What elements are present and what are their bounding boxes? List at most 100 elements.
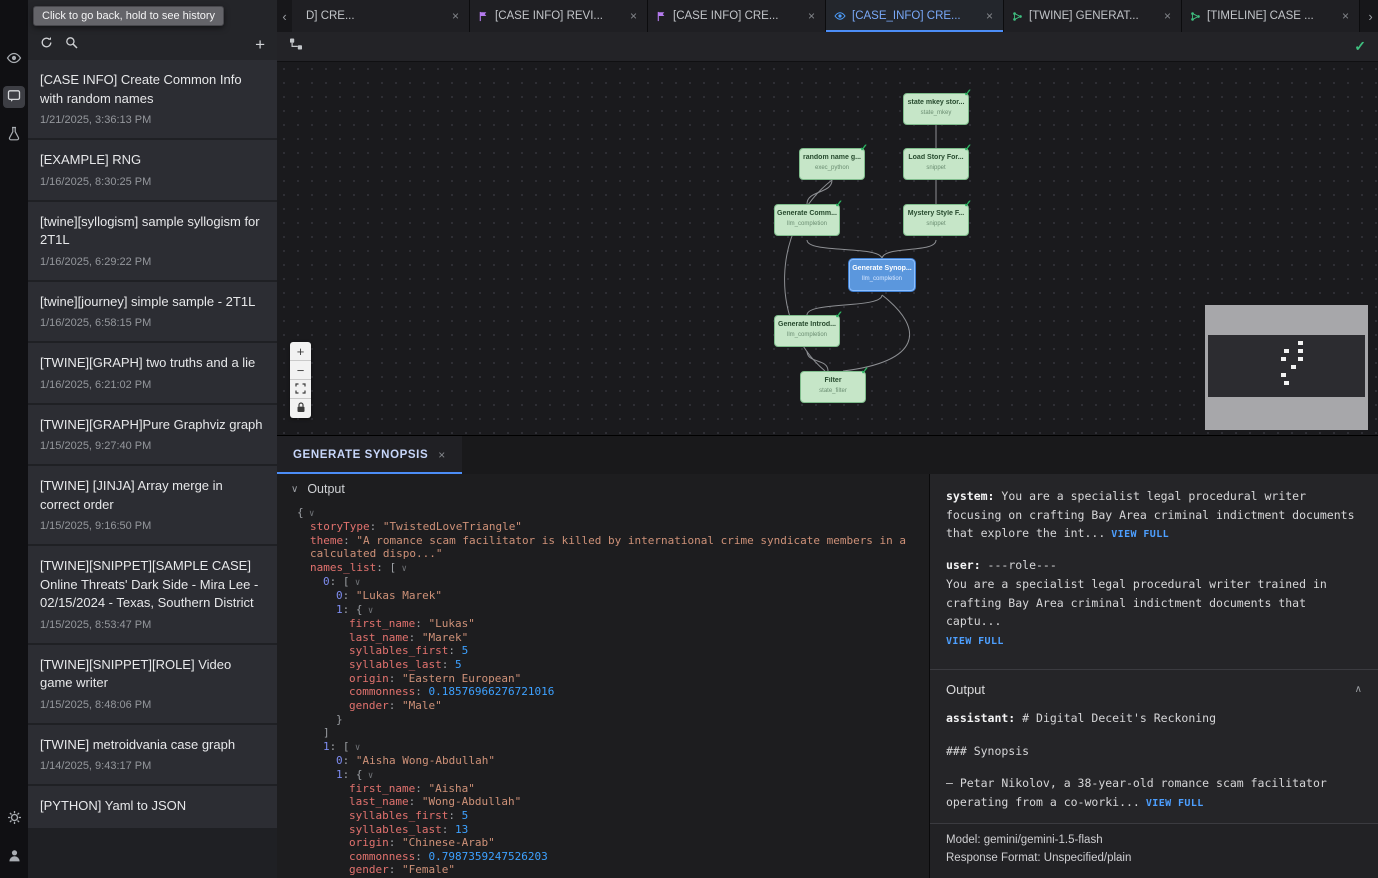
tab-case-info-cre[interactable]: [CASE_INFO] CRE...× [826,0,1004,32]
view-full-link[interactable]: VIEW FULL [1111,529,1169,540]
assistant-line: ### Synopsis [946,742,1362,761]
close-icon[interactable]: × [1340,9,1351,23]
json-line: names_list: [ ∨ [285,561,919,575]
prompt-item-twine-graph-two-truths-and-a-lie[interactable]: [TWINE][GRAPH] two truths and a lie1/16/… [28,343,277,403]
prompt-timestamp: 1/15/2025, 8:48:06 PM [40,699,265,711]
node-type: snippet [904,165,968,171]
node-success-check-icon: ✓ [964,143,972,154]
close-icon[interactable]: × [984,9,995,23]
tabs: D] CRE...×[CASE INFO] REVI...×[CASE INFO… [292,0,1363,32]
node-generate-comm[interactable]: Generate Comm...llm_completion✓ [774,204,840,236]
history-tooltip: Click to go back, hold to see history [33,6,224,26]
node-success-check-icon: ✓ [835,310,843,321]
tab-label: [CASE INFO] REVI... [495,10,622,22]
flask-rail-button[interactable] [3,124,25,146]
close-icon[interactable]: × [450,9,461,23]
prompt-item-twine-snippet-sample-case-online-threats[interactable]: [TWINE][SNIPPET][SAMPLE CASE] Online Thr… [28,546,277,643]
prompt-title: [TWINE][GRAPH]Pure Graphviz graph [40,416,265,435]
scroll-tabs-right-icon[interactable]: › [1363,0,1378,32]
node-state-mkey-stor[interactable]: state mkey stor...state_mkey✓ [903,93,969,125]
panel-tabbar: GENERATE SYNOPSIS × [277,436,1378,474]
lock-button[interactable] [290,399,311,418]
node-generate-synop[interactable]: Generate Synop...llm_completion [849,259,915,291]
json-tree[interactable]: { ∨storyType: "TwistedLoveTriangle"theme… [277,504,929,878]
panel-tab-generate-synopsis[interactable]: GENERATE SYNOPSIS × [277,436,462,474]
minimap-node [1298,357,1303,361]
message-role-label: user: [946,558,988,572]
refresh-button[interactable] [40,36,53,52]
node-load-story-for[interactable]: Load Story For...snippet✓ [903,148,969,180]
tab-timeline-case[interactable]: [TIMELINE] CASE ... × [1182,0,1360,32]
close-icon[interactable]: × [628,9,639,23]
close-icon[interactable]: × [438,448,446,462]
chevron-up-icon[interactable]: ∧ [1355,684,1362,695]
saved-check-icon: ✓ [1354,38,1366,55]
tab-twine-generat[interactable]: [TWINE] GENERAT...× [1004,0,1182,32]
prompt-item-twine-journey-simple-sample-2t1l[interactable]: [twine][journey] simple sample - 2T1L1/1… [28,282,277,342]
flow-canvas[interactable]: + − state mkey stor...state_mkey✓random … [277,62,1378,435]
json-line: 1: [ ∨ [285,740,919,754]
account-rail-button[interactable] [3,846,25,868]
prompt-title: [twine][journey] simple sample - 2T1L [40,293,265,312]
prompt-title: [PYTHON] Yaml to JSON [40,797,265,816]
view-full-link[interactable]: VIEW FULL [1146,798,1204,809]
visibility-rail-button[interactable] [3,48,25,70]
json-line: 0: "Aisha Wong-Abdullah" [285,754,919,768]
bottom-panel: GENERATE SYNOPSIS × ∨ Output { ∨storyTyp… [277,435,1378,878]
node-random-name-g[interactable]: random name g...exec_python✓ [799,148,865,180]
view-full-link[interactable]: VIEW FULL [946,634,1004,650]
branch-icon [1012,11,1023,22]
rail-bottom [3,808,25,868]
prompt-item-twine-graph-pure-graphviz-graph[interactable]: [TWINE][GRAPH]Pure Graphviz graph1/15/20… [28,405,277,465]
message-text: ---role--- You are a specialist legal pr… [946,558,1334,628]
prompt-item-twine-jinja-array-merge-in-correct-order[interactable]: [TWINE] [JINJA] Array merge in correct o… [28,466,277,544]
json-line: syllables_last: 13 [285,823,919,837]
prompt-title: [EXAMPLE] RNG [40,151,265,170]
prompt-timestamp: 1/15/2025, 8:53:47 PM [40,619,265,631]
json-line: storyType: "TwistedLoveTriangle" [285,520,919,534]
prompt-item-twine-metroidvania-case-graph[interactable]: [TWINE] metroidvania case graph1/14/2025… [28,725,277,785]
prompt-item-python-yaml-to-json[interactable]: [PYTHON] Yaml to JSON [28,786,277,828]
settings-rail-button[interactable] [3,808,25,830]
prompts-rail-button[interactable] [3,86,25,108]
chevron-down-icon[interactable]: ∨ [291,484,298,495]
right-output-label: Output [946,682,985,697]
prompt-item-case-info-create-common-info-with-random[interactable]: [CASE INFO] Create Common Info with rand… [28,60,277,138]
prompt-item-twine-syllogism-sample-syllogism-for-2t1[interactable]: [twine][syllogism] sample syllogism for … [28,202,277,280]
message-role-label: system: [946,489,1001,503]
minimap-node [1281,373,1286,377]
zoom-in-button[interactable]: + [290,342,311,361]
assistant-line: assistant: # Digital Deceit's Reckoning [946,709,1362,728]
tab-case-info-revi[interactable]: [CASE INFO] REVI... × [470,0,648,32]
json-line: commonness: 0.18576966276721016 [285,685,919,699]
fit-view-button[interactable] [290,380,311,399]
search-button[interactable] [65,36,78,52]
main-area: ‹ D] CRE...×[CASE INFO] REVI...×[CASE IN… [277,0,1378,878]
prompt-timestamp: 1/16/2025, 6:29:22 PM [40,256,265,268]
minimap-node [1284,381,1289,385]
json-line: } [285,713,919,727]
node-filter[interactable]: Filterstate_filter✓ [800,371,866,403]
close-icon[interactable]: × [806,9,817,23]
tab-case-info-cre[interactable]: [CASE INFO] CRE...× [648,0,826,32]
refresh-icon [40,36,53,52]
minimap[interactable] [1205,305,1368,430]
close-icon[interactable]: × [1162,9,1173,23]
add-prompt-button[interactable]: + [255,36,265,53]
panel-body: ∨ Output { ∨storyType: "TwistedLoveTrian… [277,474,1378,878]
branch-icon [1190,11,1201,22]
json-line: gender: "Female" [285,863,919,877]
scroll-tabs-left-icon[interactable]: ‹ [277,0,292,32]
minimap-viewport [1208,335,1365,397]
tab-label: [TIMELINE] CASE ... [1207,10,1334,22]
json-line: 0: [ ∨ [285,575,919,589]
layout-icon[interactable] [289,37,303,56]
tab-d-cre[interactable]: D] CRE...× [292,0,470,32]
node-generate-introd[interactable]: Generate Introd...llm_completion✓ [774,315,840,347]
flask-icon [7,126,21,144]
prompt-item-twine-snippet-role-video-game-writer[interactable]: [TWINE][SNIPPET][ROLE] Video game writer… [28,645,277,723]
prompt-item-example-rng[interactable]: [EXAMPLE] RNG1/16/2025, 8:30:25 PM [28,140,277,200]
zoom-out-button[interactable]: − [290,361,311,380]
node-mystery-style-f[interactable]: Mystery Style F...snippet✓ [903,204,969,236]
lock-icon [296,402,306,415]
